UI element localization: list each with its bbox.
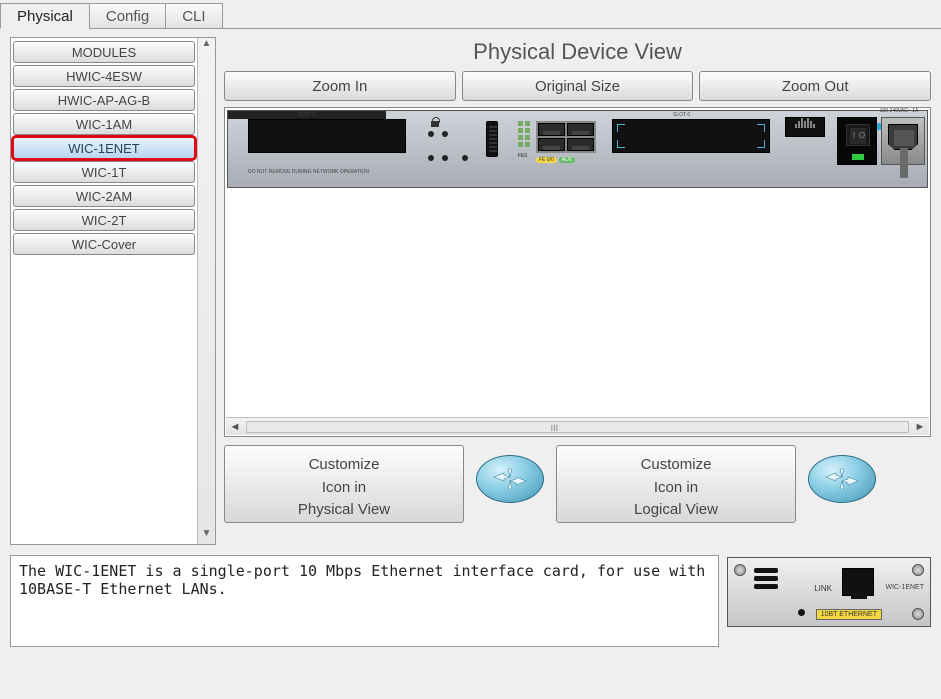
module-item-hwic-4esw[interactable]: HWIC-4ESW — [13, 65, 195, 87]
zoom-out-button[interactable]: Zoom Out — [699, 71, 931, 101]
router-arrows-icon — [824, 467, 860, 491]
chassis-note: DO NOT REMOVE DURING NETWORK OPERATION — [248, 169, 369, 175]
slot0-label: SLOT 0 — [673, 112, 690, 118]
port-tag: 10BT ETHERNET — [816, 609, 882, 620]
customize-logical-line3: Logical View — [563, 499, 789, 522]
psu-rating-label: 100-240VAC~ 1A — [877, 109, 921, 115]
status-led — [428, 131, 434, 137]
slot1-label: SLOT 1 — [298, 112, 315, 118]
power-switch-panel: I O — [837, 117, 877, 165]
module-item-hwic-ap-ag-b[interactable]: HWIC-AP-AG-B — [13, 89, 195, 111]
ethernet-block: FE0 FE 0/0 AUX — [518, 119, 600, 165]
screw-icon — [734, 564, 746, 576]
device-hscrollbar[interactable]: ◄ III ► — [226, 417, 929, 435]
customize-logical-line1: Customize — [563, 454, 789, 477]
module-item-wic-1t[interactable]: WIC-1T — [13, 161, 195, 183]
router-chassis[interactable]: SLOT 1 DO NOT REMOVE DURING NETWORK OPER… — [227, 110, 928, 188]
port-badge: AUX — [559, 157, 575, 163]
status-led — [442, 155, 448, 161]
scroll-up-icon[interactable]: ▲ — [198, 38, 215, 54]
customize-physical-line2: Icon in — [231, 477, 457, 500]
power-led-icon — [852, 154, 864, 160]
tab-cli[interactable]: CLI — [165, 3, 222, 29]
power-on-icon: I — [850, 128, 858, 144]
customize-logical-icon-button[interactable]: Customize Icon in Logical View — [556, 445, 796, 523]
compact-flash-slot[interactable] — [486, 121, 498, 157]
status-led — [428, 155, 434, 161]
slot-1[interactable] — [248, 119, 406, 153]
device-view[interactable]: SLOT 1 DO NOT REMOVE DURING NETWORK OPER… — [224, 107, 931, 437]
eth-label: FE0 — [518, 153, 527, 159]
original-size-button[interactable]: Original Size — [462, 71, 694, 101]
led-icon — [798, 609, 805, 616]
link-label: LINK — [814, 584, 832, 593]
module-item-wic-2am[interactable]: WIC-2AM — [13, 185, 195, 207]
module-scrollbar[interactable]: ▲ ▼ — [197, 38, 215, 544]
rj45-port[interactable] — [538, 123, 565, 136]
port-leds — [518, 121, 534, 153]
rj45-port[interactable] — [538, 138, 565, 151]
router-icon[interactable] — [804, 445, 880, 521]
module-item-wic-cover[interactable]: WIC-Cover — [13, 233, 195, 255]
router-icon[interactable] — [472, 445, 548, 521]
vendor-logo-icon — [785, 117, 825, 137]
tab-physical[interactable]: Physical — [0, 3, 90, 29]
module-panel: MODULES HWIC-4ESW HWIC-AP-AG-B WIC-1AM W… — [10, 37, 216, 545]
power-cord-icon — [900, 148, 908, 178]
screw-icon — [912, 608, 924, 620]
power-inlet[interactable] — [881, 117, 925, 165]
module-preview[interactable]: LINK 10BT ETHERNET WIC-1ENET — [727, 557, 931, 627]
scroll-down-icon[interactable]: ▼ — [198, 528, 215, 544]
status-led — [442, 131, 448, 137]
module-description: The WIC-1ENET is a single-port 10 Mbps E… — [10, 555, 719, 647]
rj45-ports[interactable] — [536, 121, 596, 153]
scroll-left-icon[interactable]: ◄ — [226, 421, 244, 433]
customize-physical-line1: Customize — [231, 454, 457, 477]
scroll-track[interactable]: III — [246, 421, 909, 433]
zoom-in-button[interactable]: Zoom In — [224, 71, 456, 101]
rj45-port[interactable] — [567, 138, 594, 151]
power-plug-icon — [888, 124, 918, 150]
power-off-icon: O — [858, 128, 866, 144]
tab-config[interactable]: Config — [89, 3, 166, 29]
customize-logical-line2: Icon in — [563, 477, 789, 500]
module-header[interactable]: MODULES — [13, 41, 195, 63]
rj45-port[interactable] — [567, 123, 594, 136]
customize-physical-line3: Physical View — [231, 499, 457, 522]
customize-physical-icon-button[interactable]: Customize Icon in Physical View — [224, 445, 464, 523]
router-arrows-icon — [492, 467, 528, 491]
vent-icon — [754, 568, 778, 592]
status-led — [462, 155, 468, 161]
port-badge: FE 0/0 — [536, 157, 557, 163]
scroll-grip-icon[interactable]: III — [544, 423, 564, 431]
view-title: Physical Device View — [224, 39, 931, 65]
lock-icon — [430, 117, 440, 127]
module-item-wic-1am[interactable]: WIC-1AM — [13, 113, 195, 135]
slot-0[interactable] — [612, 119, 770, 153]
wic-label: WIC-1ENET — [886, 584, 925, 591]
screw-icon — [912, 564, 924, 576]
module-item-wic-1enet[interactable]: WIC-1ENET — [13, 137, 195, 159]
power-switch[interactable]: I O — [846, 124, 870, 146]
module-item-wic-2t[interactable]: WIC-2T — [13, 209, 195, 231]
module-list: MODULES HWIC-4ESW HWIC-AP-AG-B WIC-1AM W… — [11, 38, 197, 544]
rj45-port-icon — [842, 568, 874, 596]
scroll-right-icon[interactable]: ► — [911, 421, 929, 433]
